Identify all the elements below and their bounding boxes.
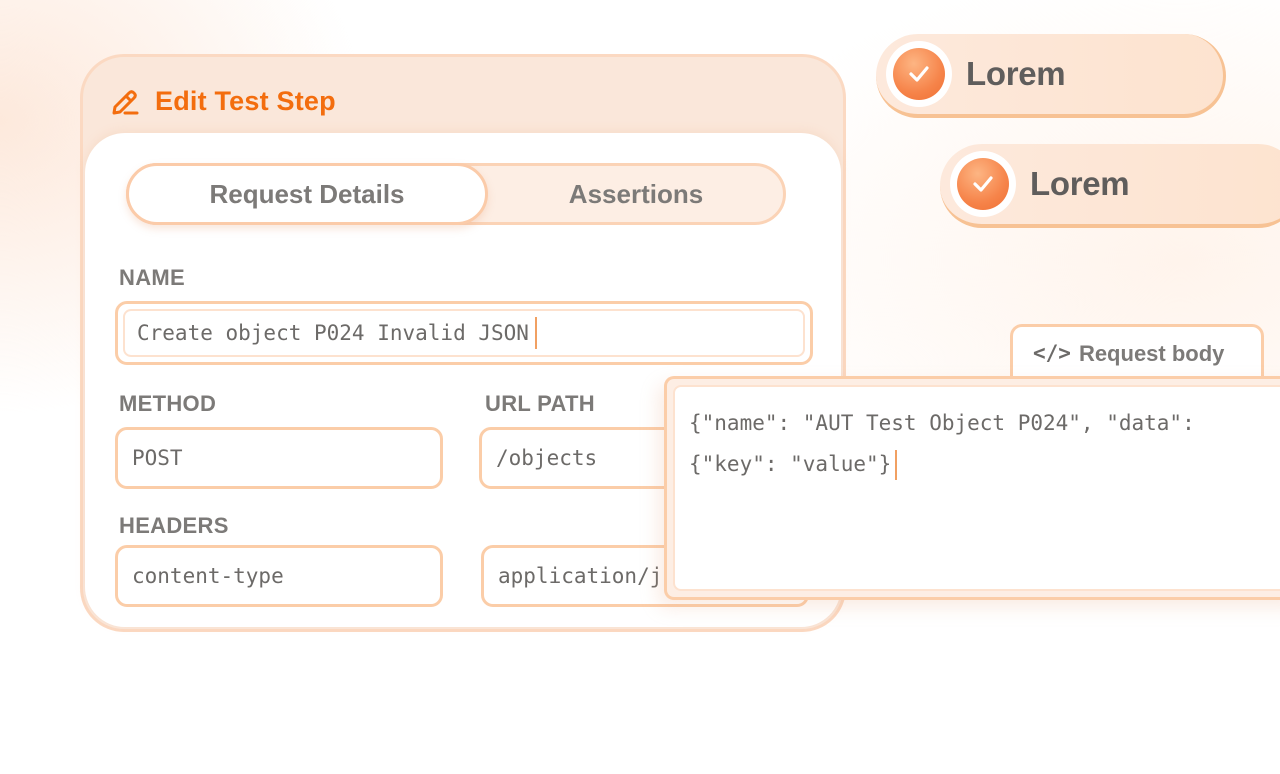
name-label: NAME <box>119 265 185 290</box>
method-field[interactable]: POST <box>115 427 443 489</box>
status-badge: Lorem <box>876 34 1226 118</box>
request-body-panel: {"name": "AUT Test Object P024", "data":… <box>664 376 1280 600</box>
method-value: POST <box>132 446 183 470</box>
url-path-label: URL PATH <box>485 391 595 416</box>
request-body-line-2: {"key": "value"} <box>689 452 892 476</box>
name-value: Create object P024 Invalid JSON <box>137 321 529 345</box>
check-icon <box>886 41 952 107</box>
tab-assertions[interactable]: Assertions <box>491 163 781 225</box>
request-body-editor[interactable]: {"name": "AUT Test Object P024", "data":… <box>673 385 1280 591</box>
tab-bar: Request Details Assertions <box>126 163 786 225</box>
name-field[interactable]: Create object P024 Invalid JSON <box>115 301 813 365</box>
check-icon <box>950 151 1016 217</box>
method-label: METHOD <box>119 391 217 416</box>
headers-label: HEADERS <box>119 513 229 538</box>
url-path-value: /objects <box>496 446 598 470</box>
badge-label: Lorem <box>1030 165 1130 202</box>
header-key-value: content-type <box>132 564 284 588</box>
name-field-inner: Create object P024 Invalid JSON <box>123 309 805 357</box>
header-key-field[interactable]: content-type <box>115 545 443 607</box>
text-caret <box>534 317 537 349</box>
pencil-icon <box>109 85 141 117</box>
request-body-line-1: {"name": "AUT Test Object P024", "data": <box>689 411 1195 435</box>
code-icon: </> <box>1033 341 1071 365</box>
page-title: Edit Test Step <box>155 85 336 116</box>
text-caret <box>895 450 898 480</box>
request-body-tab-label: Request body <box>1078 341 1225 366</box>
tab-request-details[interactable]: Request Details <box>126 163 488 225</box>
status-badge: Lorem <box>940 144 1280 228</box>
badge-label: Lorem <box>966 55 1066 92</box>
card-header: Edit Test Step <box>109 83 336 119</box>
